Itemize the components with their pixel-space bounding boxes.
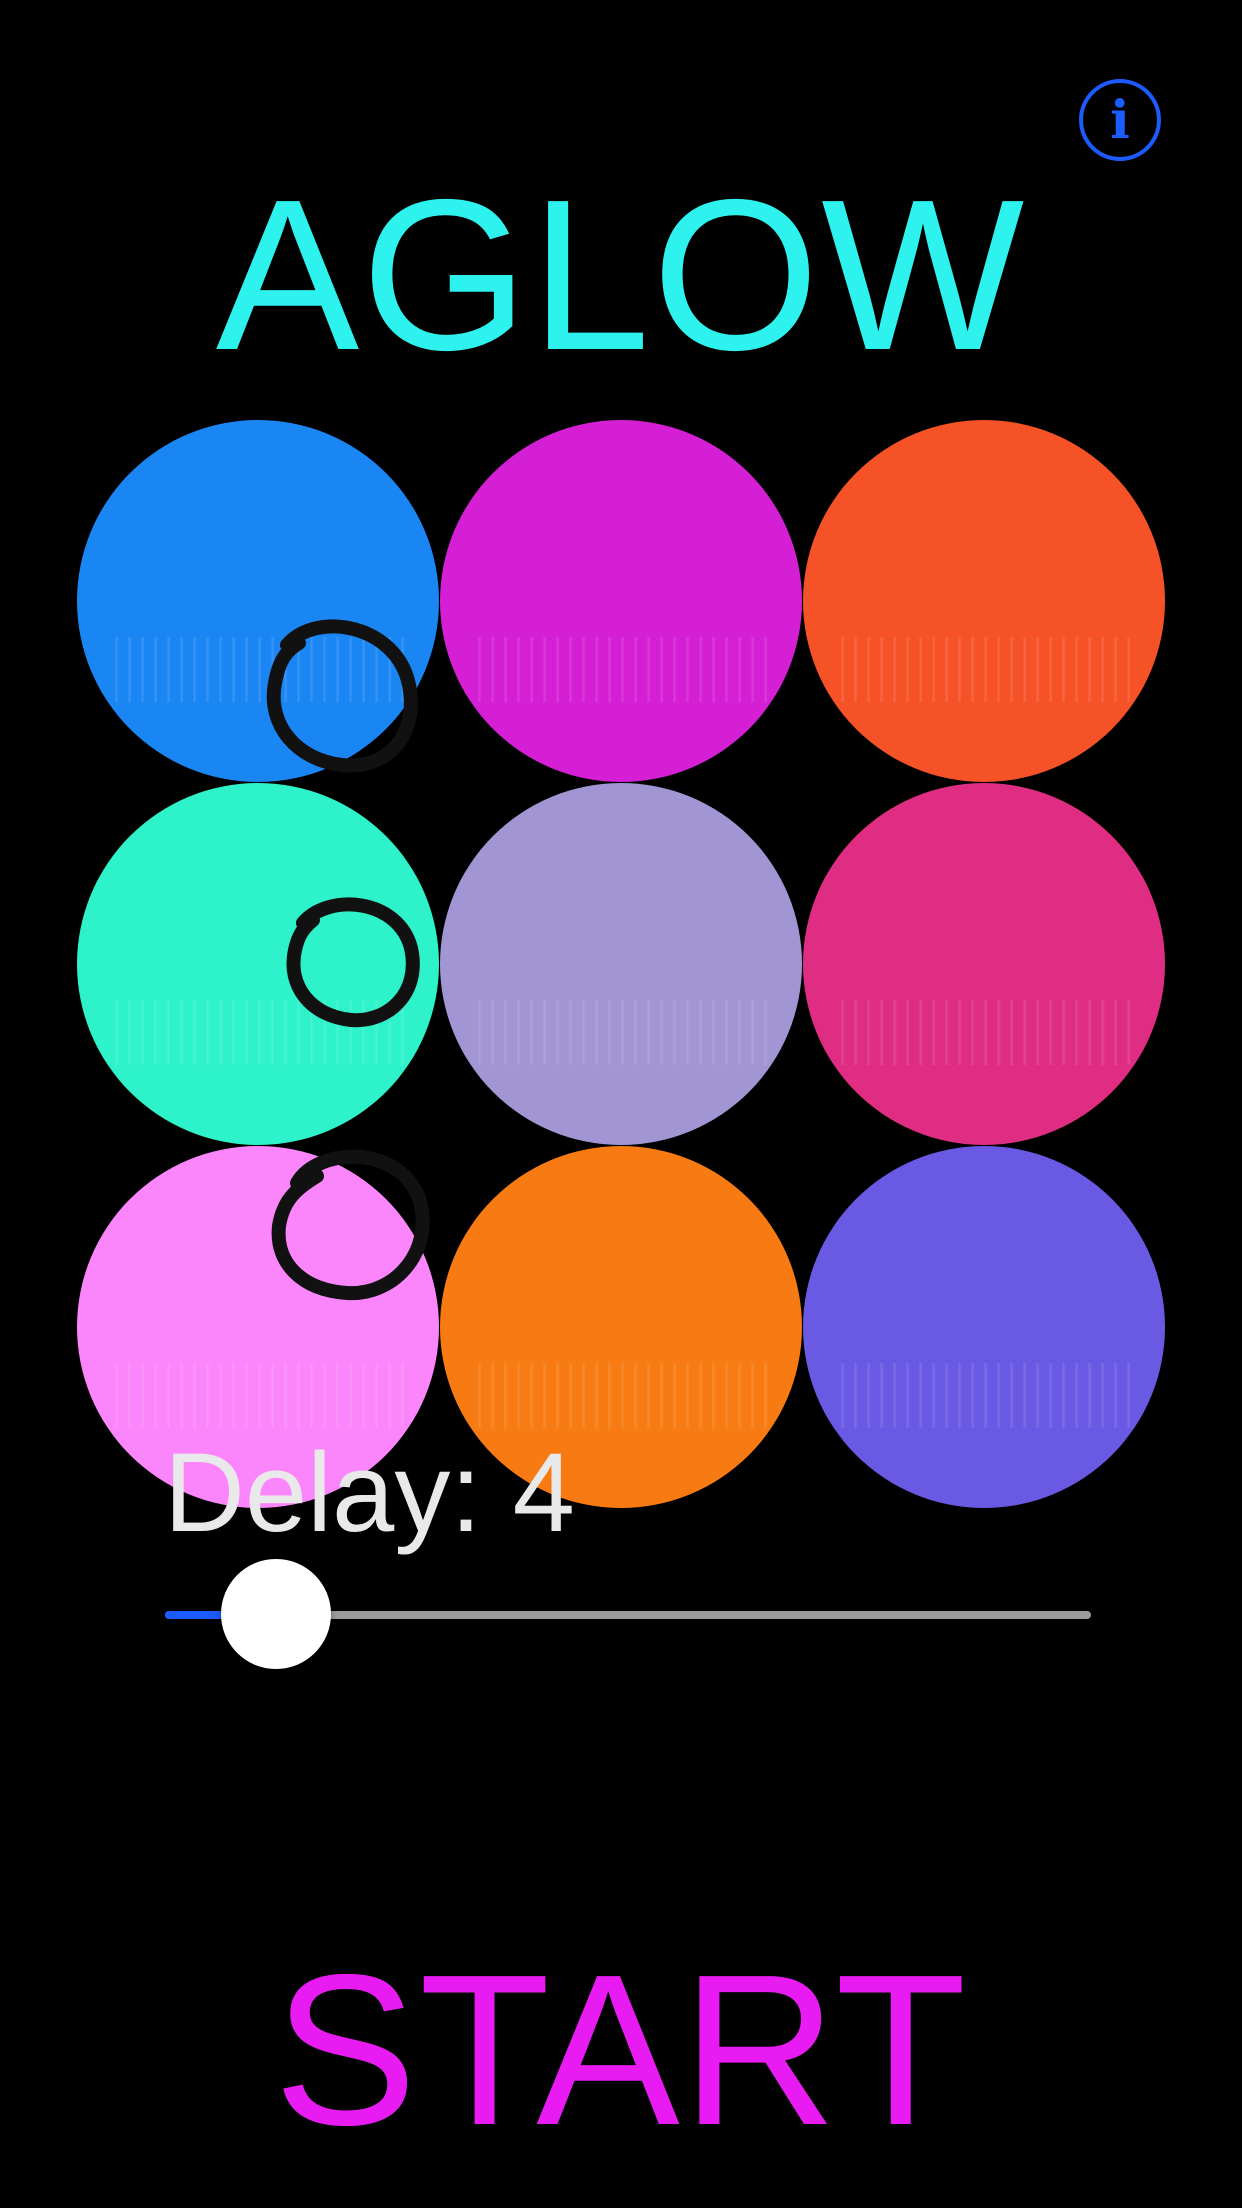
info-button[interactable]: i xyxy=(1079,79,1161,161)
app-title: AGLOW xyxy=(215,154,1027,395)
bubble-lavender[interactable] xyxy=(440,783,802,1145)
bubble-grid xyxy=(77,420,1165,1508)
bubble-pink[interactable] xyxy=(803,783,1165,1145)
bubble-violet[interactable] xyxy=(803,1146,1165,1508)
delay-slider[interactable] xyxy=(165,1559,1091,1669)
bubble-orange-red[interactable] xyxy=(803,420,1165,782)
delay-slider-thumb[interactable] xyxy=(221,1559,332,1669)
bubble-magenta[interactable] xyxy=(440,420,802,782)
start-button[interactable]: START xyxy=(0,1935,1242,2165)
bubble-blue[interactable] xyxy=(77,420,439,782)
info-icon: i xyxy=(1110,90,1130,151)
bubble-aqua[interactable] xyxy=(77,783,439,1145)
delay-label: Delay: 4 xyxy=(164,1430,575,1555)
